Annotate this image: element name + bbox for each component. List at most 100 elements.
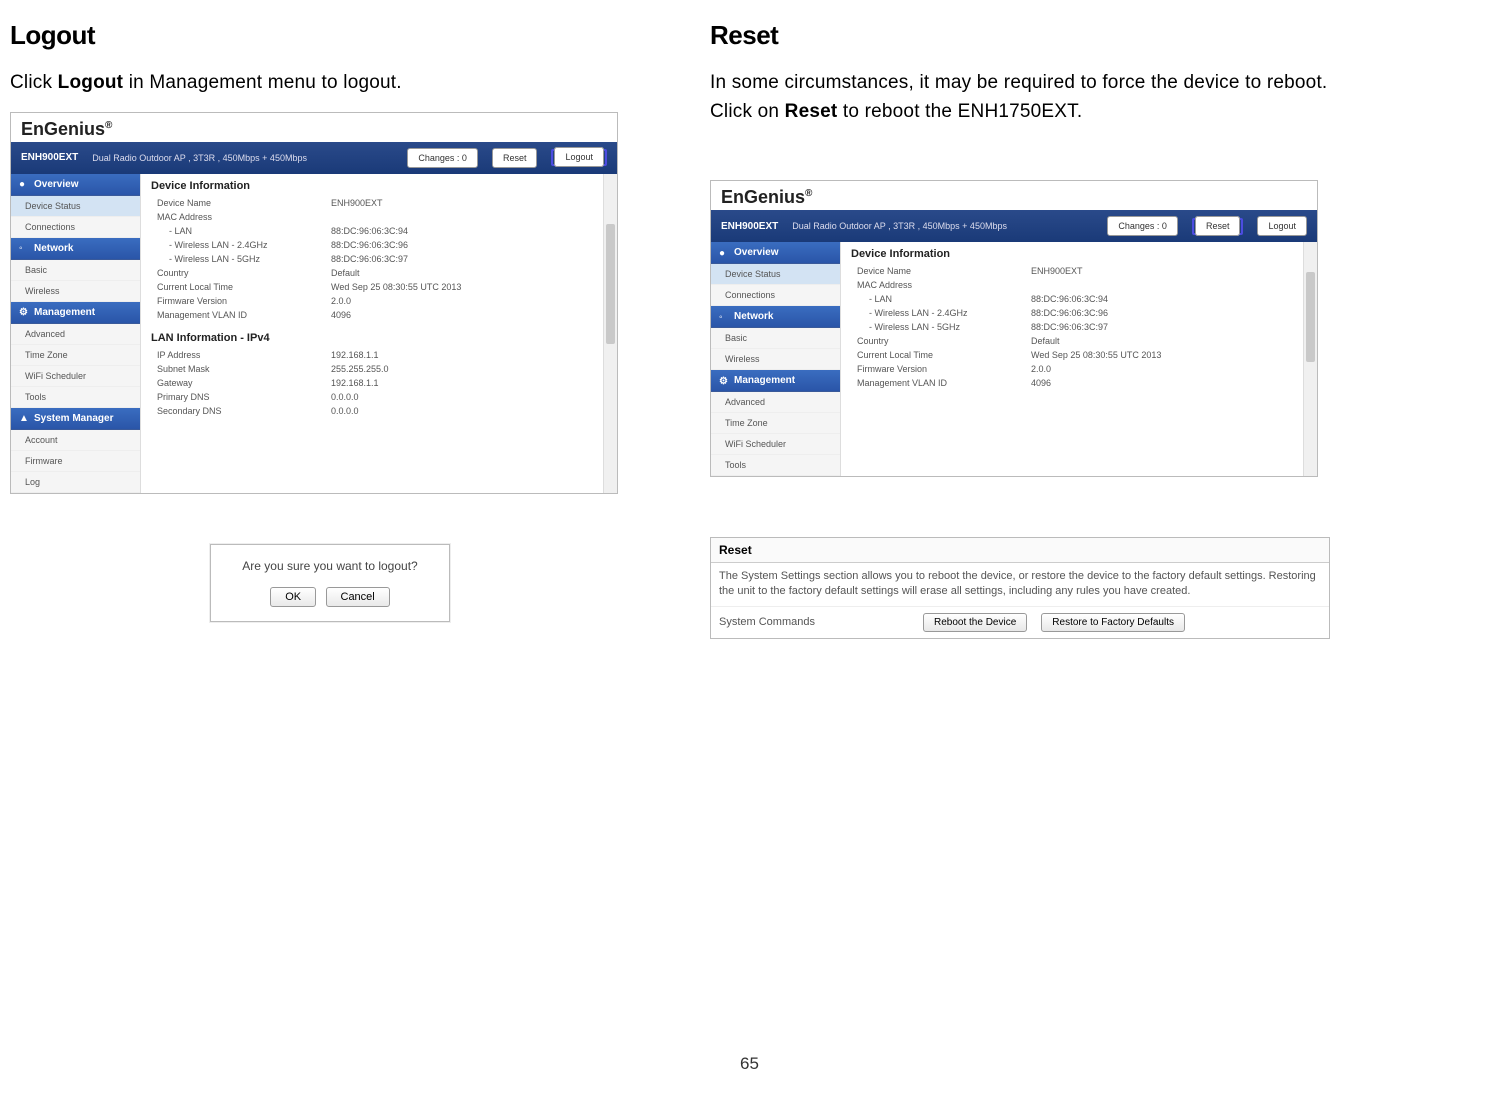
sidebar-sysmanager[interactable]: ▲ System Manager bbox=[11, 408, 140, 430]
logout-button[interactable]: Logout bbox=[1257, 216, 1307, 236]
info-icon: ● bbox=[19, 179, 29, 189]
sidebar-item-firmware[interactable]: Firmware bbox=[11, 451, 140, 472]
info-label: - Wireless LAN - 2.4GHz bbox=[151, 240, 331, 250]
sidebar-item-label: System Manager bbox=[34, 413, 113, 424]
info-label: MAC Address bbox=[151, 212, 331, 222]
sidebar-item-account[interactable]: Account bbox=[11, 430, 140, 451]
info-value: 88:DC:96:06:3C:94 bbox=[331, 226, 607, 236]
logout-button[interactable]: Logout bbox=[554, 147, 604, 167]
router-body: ● Overview Device Status Connections ◦ N… bbox=[711, 242, 1317, 476]
reboot-button[interactable]: Reboot the Device bbox=[923, 613, 1027, 632]
info-value: 255.255.255.0 bbox=[331, 364, 607, 374]
sidebar-item-label: Overview bbox=[34, 179, 78, 190]
info-label: Current Local Time bbox=[851, 350, 1031, 360]
sidebar-item-basic[interactable]: Basic bbox=[11, 260, 140, 281]
sidebar-overview[interactable]: ● Overview bbox=[11, 174, 140, 196]
scrollbar[interactable] bbox=[1303, 242, 1317, 476]
sidebar-item-label: Management bbox=[734, 375, 795, 386]
scroll-thumb[interactable] bbox=[1306, 272, 1315, 362]
info-row: CountryDefault bbox=[151, 266, 607, 280]
restore-defaults-button[interactable]: Restore to Factory Defaults bbox=[1041, 613, 1185, 632]
info-value: 0.0.0.0 bbox=[331, 406, 607, 416]
info-row: Gateway192.168.1.1 bbox=[151, 376, 607, 390]
model-bar: ENH900EXT Dual Radio Outdoor AP , 3T3R ,… bbox=[711, 210, 1317, 242]
info-row: Firmware Version2.0.0 bbox=[851, 362, 1307, 376]
reset-panel: Reset The System Settings section allows… bbox=[710, 537, 1330, 639]
info-label: Management VLAN ID bbox=[851, 378, 1031, 388]
changes-button[interactable]: Changes : 0 bbox=[407, 148, 478, 168]
info-value: Wed Sep 25 08:30:55 UTC 2013 bbox=[331, 282, 607, 292]
sidebar-item-label: Network bbox=[734, 311, 773, 322]
sidebar-item-device-status[interactable]: Device Status bbox=[11, 196, 140, 217]
sidebar-item-wireless[interactable]: Wireless bbox=[711, 349, 840, 370]
info-row: IP Address192.168.1.1 bbox=[151, 348, 607, 362]
sidebar-item-timezone[interactable]: Time Zone bbox=[711, 413, 840, 434]
info-value: Default bbox=[1031, 336, 1307, 346]
logout-heading: Logout bbox=[10, 20, 650, 51]
network-icon: ◦ bbox=[719, 312, 729, 322]
info-label: Gateway bbox=[151, 378, 331, 388]
info-label: Management VLAN ID bbox=[151, 310, 331, 320]
device-info-title: Device Information bbox=[151, 180, 607, 192]
info-row: Primary DNS0.0.0.0 bbox=[151, 390, 607, 404]
info-value bbox=[1031, 280, 1307, 290]
model-bar: ENH900EXT Dual Radio Outdoor AP , 3T3R ,… bbox=[11, 142, 617, 174]
sidebar-item-basic[interactable]: Basic bbox=[711, 328, 840, 349]
sidebar-item-label: Network bbox=[34, 243, 73, 254]
sidebar-item-connections[interactable]: Connections bbox=[711, 285, 840, 306]
sidebar-management[interactable]: ⚙ Management bbox=[11, 302, 140, 324]
info-label: Primary DNS bbox=[151, 392, 331, 402]
ok-button[interactable]: OK bbox=[270, 587, 316, 607]
sidebar-item-device-status[interactable]: Device Status bbox=[711, 264, 840, 285]
confirm-logout-dialog: Are you sure you want to logout? OK Canc… bbox=[210, 544, 450, 622]
sidebar-item-tools[interactable]: Tools bbox=[11, 387, 140, 408]
sidebar-item-wireless[interactable]: Wireless bbox=[11, 281, 140, 302]
sidebar-network[interactable]: ◦ Network bbox=[11, 238, 140, 260]
gear-icon: ⚙ bbox=[719, 376, 729, 386]
model-name: ENH900EXT bbox=[721, 221, 778, 232]
sidebar-management[interactable]: ⚙ Management bbox=[711, 370, 840, 392]
sidebar-overview[interactable]: ● Overview bbox=[711, 242, 840, 264]
info-value: Default bbox=[331, 268, 607, 278]
sidebar-item-advanced[interactable]: Advanced bbox=[711, 392, 840, 413]
info-row: Firmware Version2.0.0 bbox=[151, 294, 607, 308]
changes-button[interactable]: Changes : 0 bbox=[1107, 216, 1178, 236]
info-label: IP Address bbox=[151, 350, 331, 360]
sidebar-item-connections[interactable]: Connections bbox=[11, 217, 140, 238]
content-pane: Device Information Device NameENH900EXTM… bbox=[141, 174, 617, 493]
logout-highlight: Logout bbox=[551, 149, 607, 166]
info-label: - Wireless LAN - 5GHz bbox=[851, 322, 1031, 332]
text-bold: Reset bbox=[785, 101, 838, 122]
router-body: ● Overview Device Status Connections ◦ N… bbox=[11, 174, 617, 493]
sidebar-item-wifisched[interactable]: WiFi Scheduler bbox=[11, 366, 140, 387]
lan-info-title: LAN Information - IPv4 bbox=[151, 332, 607, 344]
router-screenshot-logout: EnGenius® ENH900EXT Dual Radio Outdoor A… bbox=[10, 112, 618, 494]
scrollbar[interactable] bbox=[603, 174, 617, 493]
info-row: Current Local TimeWed Sep 25 08:30:55 UT… bbox=[851, 348, 1307, 362]
cancel-button[interactable]: Cancel bbox=[326, 587, 390, 607]
reset-button-top[interactable]: Reset bbox=[1195, 216, 1241, 236]
confirm-message: Are you sure you want to logout? bbox=[221, 559, 439, 573]
sidebar-item-tools[interactable]: Tools bbox=[711, 455, 840, 476]
info-row: Secondary DNS0.0.0.0 bbox=[151, 404, 607, 418]
brand-name: EnGenius bbox=[21, 119, 105, 139]
model-name: ENH900EXT bbox=[21, 152, 78, 163]
sidebar-item-wifisched[interactable]: WiFi Scheduler bbox=[711, 434, 840, 455]
page-number: 65 bbox=[740, 1054, 759, 1074]
model-desc: Dual Radio Outdoor AP , 3T3R , 450Mbps +… bbox=[92, 153, 307, 163]
brand-text: EnGenius® bbox=[721, 187, 812, 208]
sidebar: ● Overview Device Status Connections ◦ N… bbox=[711, 242, 841, 476]
info-list-2: IP Address192.168.1.1Subnet Mask255.255.… bbox=[151, 348, 607, 418]
text-fragment: Click bbox=[10, 72, 58, 93]
sidebar-item-timezone[interactable]: Time Zone bbox=[11, 345, 140, 366]
logout-section: Logout Click Logout in Management menu t… bbox=[10, 20, 650, 639]
info-icon: ● bbox=[719, 248, 729, 258]
sidebar-item-log[interactable]: Log bbox=[11, 472, 140, 493]
sidebar-network[interactable]: ◦ Network bbox=[711, 306, 840, 328]
text-fragment: to reboot the ENH1750EXT. bbox=[837, 101, 1082, 122]
info-row: Management VLAN ID4096 bbox=[151, 308, 607, 322]
sidebar-item-advanced[interactable]: Advanced bbox=[11, 324, 140, 345]
scroll-thumb[interactable] bbox=[606, 224, 615, 344]
reset-button-top[interactable]: Reset bbox=[492, 148, 538, 168]
info-value: 88:DC:96:06:3C:97 bbox=[1031, 322, 1307, 332]
